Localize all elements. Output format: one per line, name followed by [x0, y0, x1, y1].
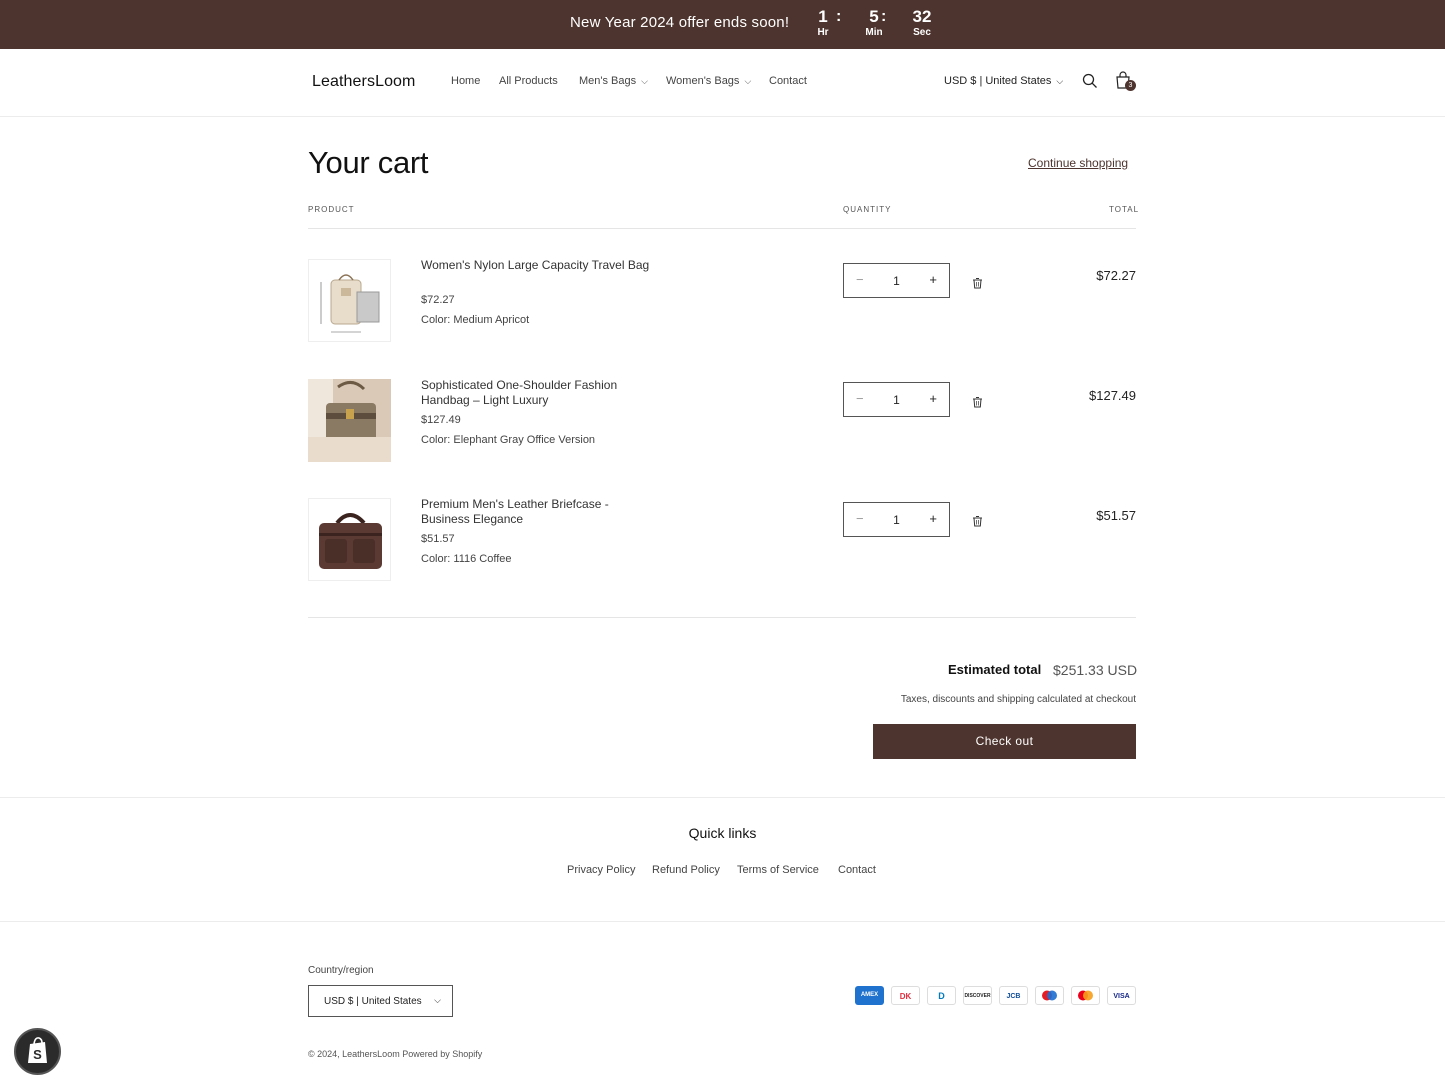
discover-icon: DISCOVER	[963, 986, 992, 1005]
announcement-text: New Year 2024 offer ends soon!	[570, 14, 790, 31]
nav-womens-bags[interactable]: Women's Bags ⌵	[666, 75, 751, 87]
divider	[0, 921, 1445, 922]
footer-link-contact[interactable]: Contact	[838, 864, 876, 876]
product-variant: Color: Elephant Gray Office Version	[421, 434, 596, 446]
tax-note: Taxes, discounts and shipping calculated…	[900, 694, 1136, 705]
quantity-increase-button[interactable]: +	[929, 511, 937, 526]
countdown-separator: :	[881, 8, 887, 25]
estimated-total-value: $251.33 USD	[1053, 662, 1138, 678]
continue-shopping-link[interactable]: Continue shopping	[1028, 156, 1128, 170]
currency-selector[interactable]: USD $ | United States ⌵	[944, 75, 1063, 87]
shopify-bag-icon[interactable]: S	[14, 1028, 61, 1075]
divider	[308, 228, 1136, 229]
product-image-travel-bag[interactable]	[308, 259, 391, 342]
chevron-down-icon: ⌵	[1056, 76, 1064, 86]
product-price: $127.49	[421, 414, 461, 426]
product-name[interactable]: Sophisticated One-Shoulder Fashion Handb…	[421, 378, 651, 408]
nav-home[interactable]: Home	[451, 75, 480, 87]
countdown-hours: 1 Hr	[817, 7, 829, 38]
diners-club-icon: D	[927, 986, 956, 1005]
nav-mens-bags[interactable]: Men's Bags ⌵	[579, 75, 648, 87]
product-price: $72.27	[421, 294, 455, 306]
chevron-down-icon: ⌵	[641, 76, 648, 86]
dankort-icon: DK	[891, 986, 920, 1005]
product-image-handbag[interactable]	[308, 379, 391, 462]
product-name[interactable]: Women's Nylon Large Capacity Travel Bag	[421, 258, 651, 273]
nav-all-products[interactable]: All Products	[499, 75, 558, 87]
footer-link-refund-policy[interactable]: Refund Policy	[652, 864, 720, 876]
countdown-seconds: 32 Sec	[912, 7, 932, 38]
quantity-increase-button[interactable]: +	[929, 272, 937, 287]
amex-icon: AMEX	[855, 986, 884, 1005]
site-header: LeathersLoom Home All Products Men's Bag…	[0, 49, 1445, 117]
product-image-briefcase[interactable]	[308, 498, 391, 581]
trash-icon[interactable]	[972, 276, 983, 294]
divider	[308, 617, 1136, 618]
footer-link-terms-of-service[interactable]: Terms of Service	[737, 864, 819, 876]
quantity-stepper: − 1 +	[843, 502, 950, 537]
maestro-icon	[1035, 986, 1064, 1005]
footer-link-privacy-policy[interactable]: Privacy Policy	[567, 864, 635, 876]
product-variant: Color: 1116 Coffee	[421, 553, 512, 565]
quick-links-title: Quick links	[688, 825, 757, 841]
divider	[0, 797, 1445, 798]
chevron-down-icon: ⌵	[434, 995, 441, 1005]
chevron-down-icon: ⌵	[744, 76, 752, 86]
logo[interactable]: LeathersLoom	[312, 73, 416, 91]
trash-icon[interactable]	[972, 395, 983, 413]
country-region-selector[interactable]: USD $ | United States ⌵	[308, 985, 453, 1017]
column-header-quantity: QUANTITY	[843, 205, 892, 214]
estimated-total-label: Estimated total	[948, 662, 1042, 677]
visa-icon: VISA	[1107, 986, 1136, 1005]
jcb-icon: JCB	[999, 986, 1028, 1005]
product-price: $51.57	[421, 533, 455, 545]
product-name[interactable]: Premium Men's Leather Briefcase - Busine…	[421, 497, 651, 527]
svg-text:S: S	[33, 1047, 42, 1062]
column-header-product: PRODUCT	[308, 205, 355, 214]
product-variant: Color: Medium Apricot	[421, 314, 530, 326]
cart-count-badge: 3	[1125, 80, 1136, 91]
quantity-stepper: − 1 +	[843, 382, 950, 417]
line-total: $72.27	[1096, 268, 1136, 283]
search-icon[interactable]	[1082, 73, 1098, 94]
trash-icon[interactable]	[972, 514, 983, 532]
column-header-total: TOTAL	[1109, 205, 1140, 214]
announcement-bar: New Year 2024 offer ends soon! 1 Hr : 5 …	[0, 0, 1445, 49]
quantity-increase-button[interactable]: +	[929, 391, 937, 406]
page-title: Your cart	[308, 145, 429, 180]
mastercard-icon	[1071, 986, 1100, 1005]
line-total: $127.49	[1089, 388, 1136, 403]
nav-contact[interactable]: Contact	[769, 75, 807, 87]
country-region-label: Country/region	[308, 965, 374, 976]
countdown-separator: :	[836, 8, 842, 25]
line-total: $51.57	[1096, 508, 1136, 523]
checkout-button[interactable]: Check out	[873, 724, 1136, 759]
copyright: © 2024, LeathersLoom Powered by Shopify	[308, 1049, 483, 1059]
quantity-stepper: − 1 +	[843, 263, 950, 298]
